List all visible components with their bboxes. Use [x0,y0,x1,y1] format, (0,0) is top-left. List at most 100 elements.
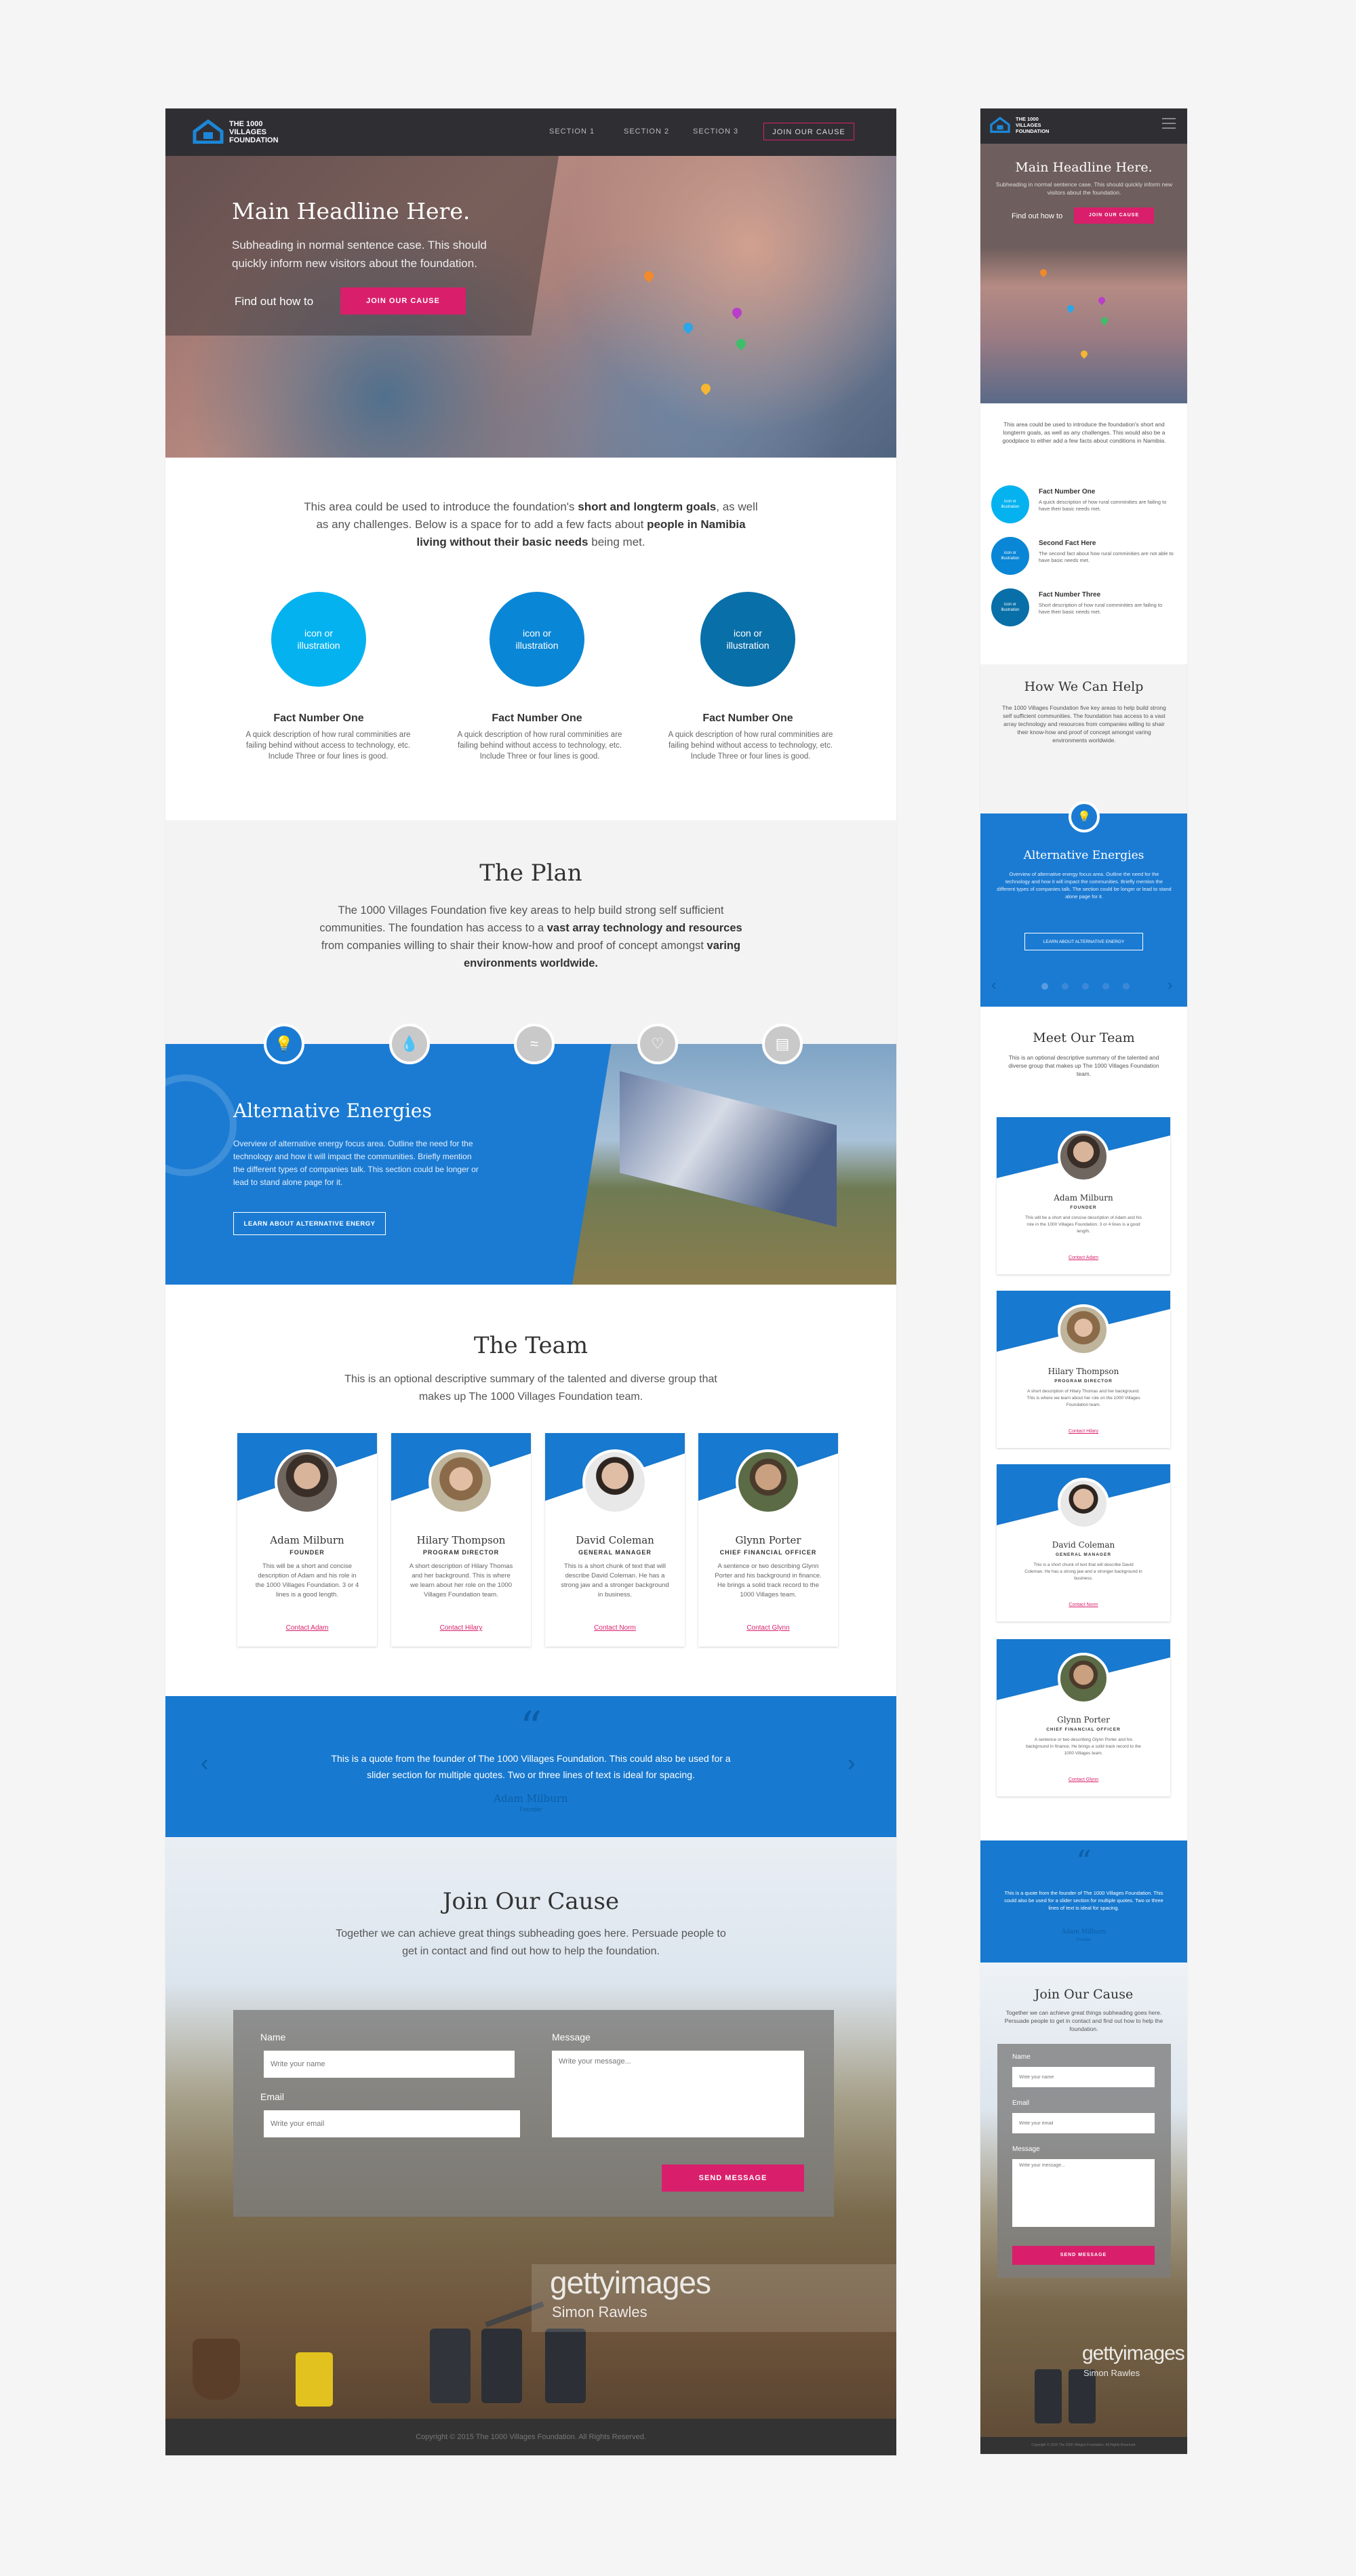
solar-panel-shape [620,1071,837,1227]
nav-section-2[interactable]: SECTION 2 [624,127,669,136]
name-input[interactable] [1012,2067,1155,2087]
mobile-join-button[interactable]: JOIN OUR CAUSE [1074,207,1154,224]
yellow-jerrycan-shape [296,2352,333,2407]
mobile-quote: “ This is a quote from the founder of Th… [980,1840,1187,1963]
solar-panel-image [572,1044,896,1285]
hero-join-button[interactable]: JOIN OUR CAUSE [340,287,466,315]
message-input[interactable] [552,2051,804,2137]
nav-join-button[interactable]: JOIN OUR CAUSE [763,123,854,140]
email-input[interactable] [264,2110,520,2137]
footer: Copyright © 2015 The 1000 Villages Found… [165,2419,896,2455]
mobile-help-title: How We Can Help [1024,679,1144,694]
contact-link[interactable]: Contact Glynn [698,1624,838,1632]
health-heart-tab-icon[interactable]: ♡ [637,1024,678,1064]
logo[interactable]: THE 1000 VILLAGES FOUNDATION [193,118,301,145]
message-input[interactable] [1012,2159,1155,2227]
email-input[interactable] [1012,2113,1155,2133]
fact-illustration-icon: icon or illustration [991,485,1029,523]
contact-link[interactable]: Contact Adam [237,1624,377,1632]
team-card: David Coleman GENERAL MANAGER This is a … [545,1433,685,1647]
mobile-logo-text[interactable]: THE 1000 VILLAGES FOUNDATION [1016,116,1049,134]
avatar [736,1449,801,1514]
map-pin-icon [1099,315,1110,326]
slider-next-arrow-icon[interactable]: › [848,1750,855,1777]
map-pin-icon [734,337,748,350]
member-name: Adam Milburn [1054,1193,1113,1203]
desktop-mockup: THE 1000 VILLAGES FOUNDATION SECTION 1 S… [165,108,896,2455]
mobile-alt-button[interactable]: LEARN ABOUT ALTERNATIVE ENERGY [1024,933,1143,950]
lightbulb-tab-icon[interactable]: 💡 [264,1024,304,1064]
mobile-alt-desc: Overview of alternative energy focus are… [997,871,1172,900]
alt-energy-button[interactable]: LEARN ABOUT ALTERNATIVE ENERGY [233,1212,386,1235]
mobile-team-title: Meet Our Team [1033,1030,1135,1045]
map-pin-icon [1096,295,1107,306]
getty-watermark-credit: Simon Rawles [552,2303,647,2320]
mobile-hero: Main Headline Here. Subheading in normal… [980,144,1187,403]
mobile-nav: THE 1000 VILLAGES FOUNDATION [980,108,1187,144]
member-description: This is a short chunk of text that will … [561,1563,669,1598]
plan-title: The Plan [479,860,582,887]
hero-headline: Main Headline Here. [232,198,471,224]
mobile-help-text: The 1000 Villages Foundation five key ar… [1002,704,1166,744]
wifi-tab-icon[interactable]: ≈ [514,1024,555,1064]
avatar [1058,1478,1109,1529]
slider-next-arrow-icon[interactable]: › [1168,976,1172,994]
mobile-quote-text: This is a quote from the founder of The … [1004,1890,1163,1911]
nav-section-1[interactable]: SECTION 1 [549,127,595,136]
mobile-hero-subheading: Subheading in normal sentence case. This… [995,181,1173,196]
send-message-button[interactable]: SEND MESSAGE [1012,2246,1155,2265]
mobile-join-section: Join Our Cause Together we can achieve g… [980,1963,1187,2454]
fact-description: A quick description of how rural commini… [245,731,411,761]
member-name: Glynn Porter [1057,1715,1110,1725]
hero-subheading: Subheading in normal sentence case. This… [232,239,487,270]
fact-illustration-icon: icon or illustration [490,592,584,687]
quote-mark-icon: “ [1076,1845,1092,1879]
getty-watermark-credit: Simon Rawles [1083,2368,1140,2378]
avatar [1058,1131,1109,1182]
lightbulb-tab-icon[interactable]: 💡 [1069,801,1100,832]
mobile-alt-energy-slide: 💡 Alternative Energies Overview of alter… [980,801,1187,1007]
contact-link[interactable]: Contact Norm [545,1624,685,1632]
water-drop-tab-icon[interactable]: 💧 [389,1024,430,1064]
fact-title: Second Fact Here [1039,540,1096,547]
map-pin-icon [1038,267,1049,278]
education-tab-icon[interactable]: ▤ [762,1024,803,1064]
barrel-shape [430,2329,471,2403]
contact-link[interactable]: Contact Norm [997,1603,1170,1607]
message-label: Message [1012,2146,1040,2153]
team-card: Glynn Porter CHIEF FINANCIAL OFFICER A s… [698,1433,838,1647]
send-message-button[interactable]: SEND MESSAGE [662,2165,804,2192]
logo-line-1: THE 1000 [229,120,263,128]
contact-link[interactable]: Contact Hilary [997,1429,1170,1434]
mobile-join-title: Join Our Cause [1034,1987,1134,2002]
hero-aerial-image: Main Headline Here. Subheading in normal… [165,156,896,458]
contact-link[interactable]: Contact Adam [997,1255,1170,1260]
fact-illustration-icon: icon or illustration [271,592,366,687]
quote-author-role: Founder [519,1806,542,1813]
intro-part-3: being met. [588,536,645,548]
quote-slider: ‹ › “ This is a quote from the founder o… [165,1696,896,1837]
avatar [428,1449,494,1514]
slider-dots[interactable] [1041,983,1130,991]
name-input[interactable] [264,2051,515,2078]
join-title: Join Our Cause [442,1888,620,1915]
mobile-team-card: Adam Milburn FOUNDER This will be a shor… [997,1117,1170,1274]
member-role: PROGRAM DIRECTOR [1054,1379,1113,1384]
slider-prev-arrow-icon[interactable]: ‹ [991,976,996,994]
contact-link[interactable]: Contact Hilary [391,1624,531,1632]
fact-description: A quick description of how rural commini… [1039,499,1167,512]
contact-link[interactable]: Contact Glynn [997,1777,1170,1782]
mobile-fact-item: icon or illustration Fact Number One A q… [991,485,1178,526]
mobile-contact-form: Name Email Message SEND MESSAGE [997,2044,1171,2278]
member-role: CHIEF FINANCIAL OFFICER [719,1549,817,1556]
slider-prev-arrow-icon[interactable]: ‹ [201,1750,208,1777]
quote-author: Adam Milburn [494,1792,568,1805]
mobile-quote-author: Adam Milburn [1061,1929,1106,1935]
plan-section: The Plan The 1000 Villages Foundation fi… [165,820,896,1044]
team-card: Adam Milburn FOUNDER This will be a shor… [237,1433,377,1647]
getty-watermark: gettyimages [550,2265,711,2300]
mobile-hero-headline: Main Headline Here. [1015,160,1153,175]
nav-section-3[interactable]: SECTION 3 [693,127,738,136]
member-name: David Coleman [1052,1540,1115,1550]
hamburger-menu-icon[interactable] [1162,118,1176,129]
